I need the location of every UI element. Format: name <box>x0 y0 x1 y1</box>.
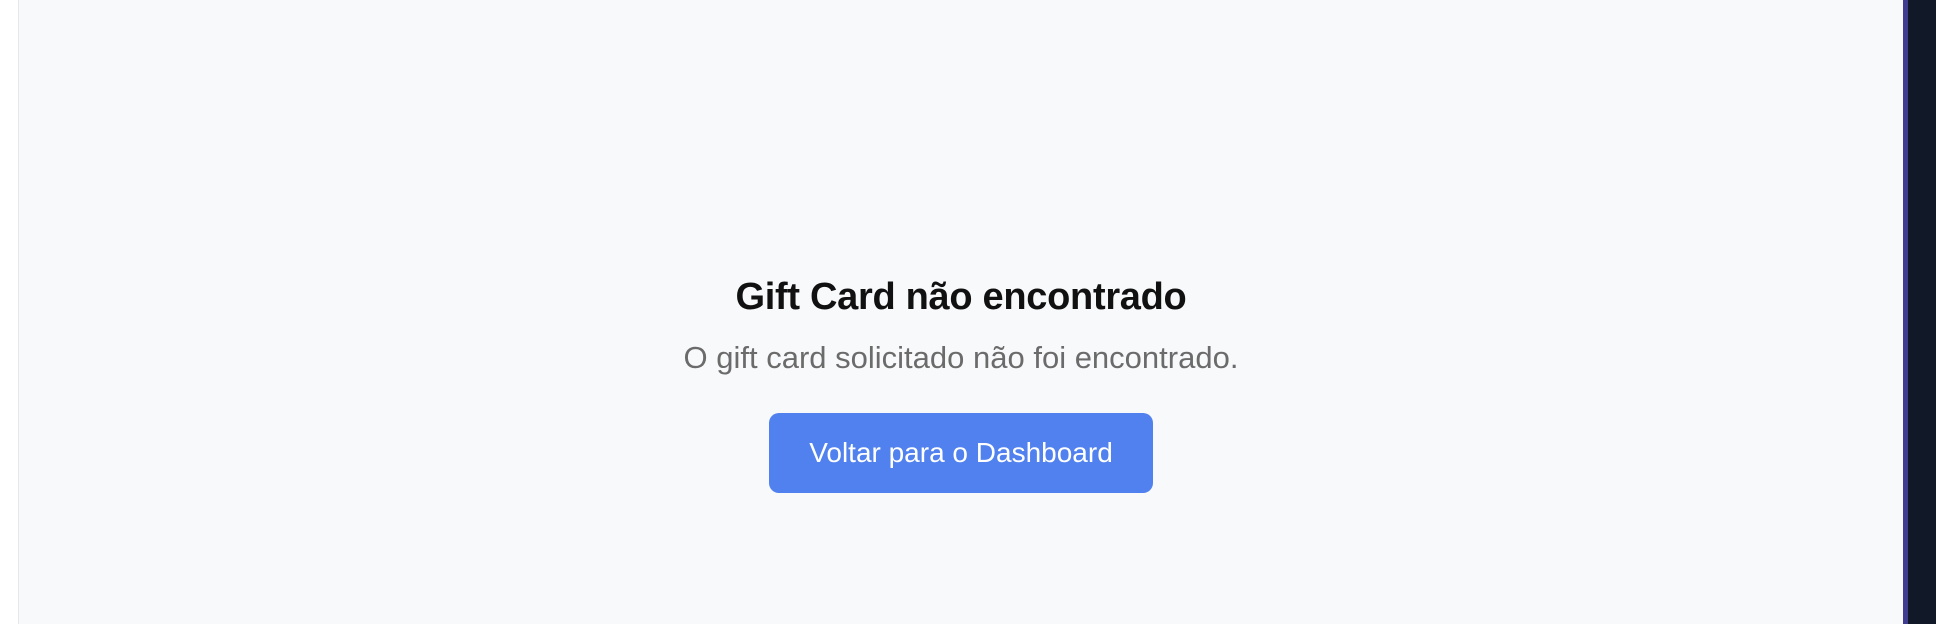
main-content-area: Gift Card não encontrado O gift card sol… <box>19 0 1903 624</box>
page-title: Gift Card não encontrado <box>735 276 1187 318</box>
right-panel-accent-border <box>1903 0 1908 624</box>
right-side-panel <box>1903 0 1936 624</box>
back-to-dashboard-button[interactable]: Voltar para o Dashboard <box>769 413 1153 493</box>
app-window: Gift Card não encontrado O gift card sol… <box>0 0 1936 624</box>
left-sidebar-edge <box>0 0 19 624</box>
not-found-message-block: Gift Card não encontrado O gift card sol… <box>19 272 1903 493</box>
not-found-message: O gift card solicitado não foi encontrad… <box>683 340 1239 375</box>
